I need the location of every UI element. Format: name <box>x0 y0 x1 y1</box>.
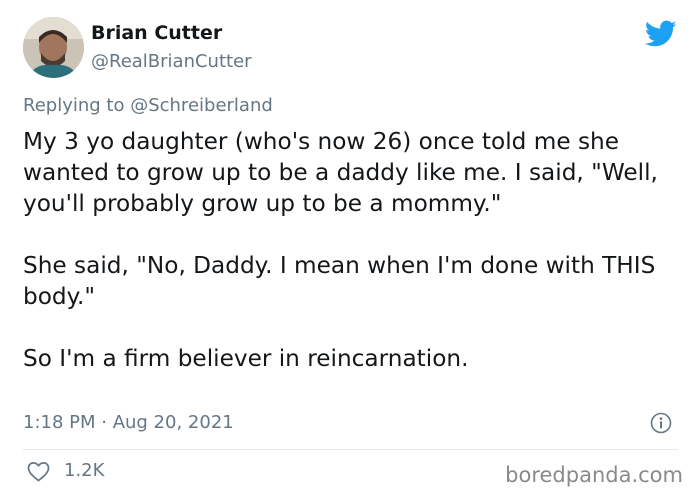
tweet-text: My 3 yo daughter (who's now 26) once tol… <box>23 126 683 374</box>
twitter-bird-icon[interactable] <box>645 20 677 48</box>
info-icon[interactable] <box>650 412 672 434</box>
tweet-timestamp[interactable]: 1:18 PM · Aug 20, 2021 <box>23 412 234 433</box>
tweet-paragraph: So I'm a firm believer in reincarnation. <box>23 345 469 372</box>
tweet-paragraph: She said, "No, Daddy. I mean when I'm do… <box>23 252 656 310</box>
divider <box>23 449 678 450</box>
avatar[interactable] <box>23 17 84 78</box>
display-name[interactable]: Brian Cutter <box>91 22 222 44</box>
like-count[interactable]: 1.2K <box>64 460 104 481</box>
watermark: boredpanda.com <box>505 463 683 487</box>
reply-mention-link[interactable]: @Schreiberland <box>130 95 273 116</box>
replying-to: Replying to @Schreiberland <box>23 95 273 116</box>
tweet-paragraph: My 3 yo daughter (who's now 26) once tol… <box>23 128 658 217</box>
user-handle[interactable]: @RealBrianCutter <box>91 51 252 72</box>
replying-to-label: Replying to <box>23 95 131 116</box>
heart-icon[interactable] <box>27 461 50 482</box>
avatar-photo <box>23 17 84 78</box>
